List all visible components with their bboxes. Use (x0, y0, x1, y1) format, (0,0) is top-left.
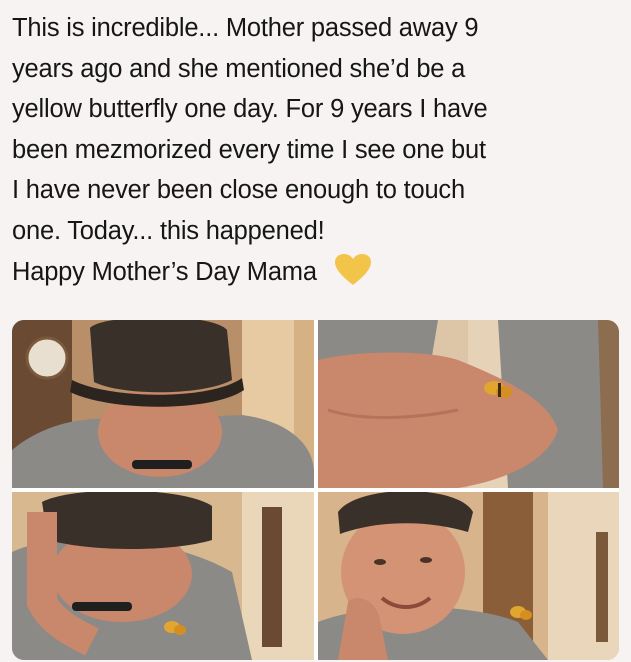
caption-line: one. Today... this happened! (12, 216, 325, 245)
photo-man-smiling-with-butterfly[interactable] (318, 492, 619, 660)
yellow-heart-icon (334, 253, 372, 287)
caption-line: yellow butterfly one day. For 9 years I … (12, 95, 488, 124)
photo-man-resting-head-on-hand[interactable] (12, 492, 314, 660)
photo-grid[interactable] (12, 320, 619, 660)
caption-line-last: Happy Mother’s Day Mama (12, 252, 624, 293)
photo-butterfly-on-arm[interactable] (318, 320, 619, 488)
caption-line: This is incredible... Mother passed away… (12, 14, 479, 42)
caption-line: years ago and she mentioned she’d be a (12, 54, 466, 83)
caption-line: been mezmorized every time I see one but (12, 135, 486, 164)
post-caption: This is incredible... Mother passed away… (12, 8, 624, 292)
photo-man-covering-face-with-cap[interactable] (12, 320, 314, 488)
caption-line: I have never been close enough to touch (12, 176, 465, 205)
caption-line-text: Happy Mother’s Day Mama (12, 257, 317, 286)
